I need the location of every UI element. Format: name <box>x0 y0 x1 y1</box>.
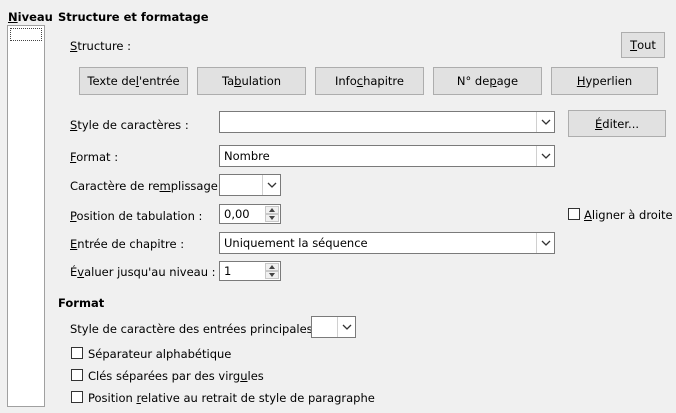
eval-level-spinbox[interactable]: 1 <box>219 261 281 281</box>
tout-button[interactable]: Tout <box>621 32 665 58</box>
spin-up-icon[interactable] <box>265 206 279 214</box>
relative-position-checkbox[interactable] <box>71 391 83 403</box>
comma-keys-checkbox[interactable] <box>71 369 83 381</box>
spin-down-icon[interactable] <box>265 271 279 279</box>
spin-down-icon[interactable] <box>265 214 279 222</box>
main-entries-style-label: Style de caractère des entrées principal… <box>70 322 321 336</box>
chapter-info-button[interactable]: Info c hapitre <box>315 67 424 95</box>
format-dropdown[interactable]: Nombre <box>219 145 555 167</box>
align-right-label: Aligner à droite <box>584 208 673 222</box>
chapter-entry-label: Entrée de chapitre : <box>70 237 185 251</box>
align-right-checkbox[interactable] <box>568 208 580 220</box>
eval-level-value: 1 <box>224 264 232 278</box>
alphabetical-separator-checkbox[interactable] <box>71 347 83 359</box>
structure-section-title: Structure et formatage <box>58 10 209 24</box>
tab-position-spinbox[interactable]: 0,00 <box>219 204 281 224</box>
chevron-down-icon <box>536 146 554 166</box>
comma-keys-label: Clés séparées par des virgules <box>88 369 264 383</box>
format-value: Nombre <box>224 149 270 163</box>
format-label: Format : <box>70 150 119 164</box>
tab-position-label: Position de tabulation : <box>70 209 203 223</box>
tab-position-value: 0,00 <box>224 207 250 221</box>
hyperlink-button[interactable]: Hyperlien <box>551 67 658 95</box>
alphabetical-separator-label: Séparateur alphabétique <box>88 347 232 361</box>
chapter-entry-dropdown[interactable]: Uniquement la séquence <box>219 232 555 254</box>
niveau-selected-item[interactable] <box>10 28 42 41</box>
chevron-down-icon <box>536 112 554 132</box>
chevron-down-icon <box>337 317 355 337</box>
fill-char-combobox[interactable] <box>219 174 281 196</box>
tabulation-button[interactable]: Ta b ulation <box>197 67 306 95</box>
relative-position-label: Position relative au retrait de style de… <box>88 391 375 405</box>
chapter-entry-value: Uniquement la séquence <box>224 236 368 250</box>
chevron-down-icon <box>536 233 554 253</box>
char-style-dropdown[interactable] <box>219 111 555 133</box>
spin-buttons <box>265 206 279 222</box>
niveau-label: Niveau <box>8 10 53 24</box>
chevron-down-icon <box>262 175 280 195</box>
eval-level-label: Évaluer jusqu'au niveau : <box>70 265 216 279</box>
editer-button[interactable]: Éditer... <box>568 110 666 137</box>
fill-char-label: Caractère de remplissage : <box>70 179 226 193</box>
spin-buttons <box>265 263 279 279</box>
entry-text-button[interactable]: Texte de l'entrée <box>79 67 188 95</box>
page-number-button[interactable]: N° de p age <box>433 67 542 95</box>
structure-label: Structure : <box>70 39 132 53</box>
spin-up-icon[interactable] <box>265 263 279 271</box>
char-style-label: Style de caractères : <box>70 118 189 132</box>
niveau-listbox[interactable] <box>7 25 45 407</box>
main-entries-style-combobox[interactable] <box>311 316 356 338</box>
format-section-title: Format <box>58 296 105 310</box>
